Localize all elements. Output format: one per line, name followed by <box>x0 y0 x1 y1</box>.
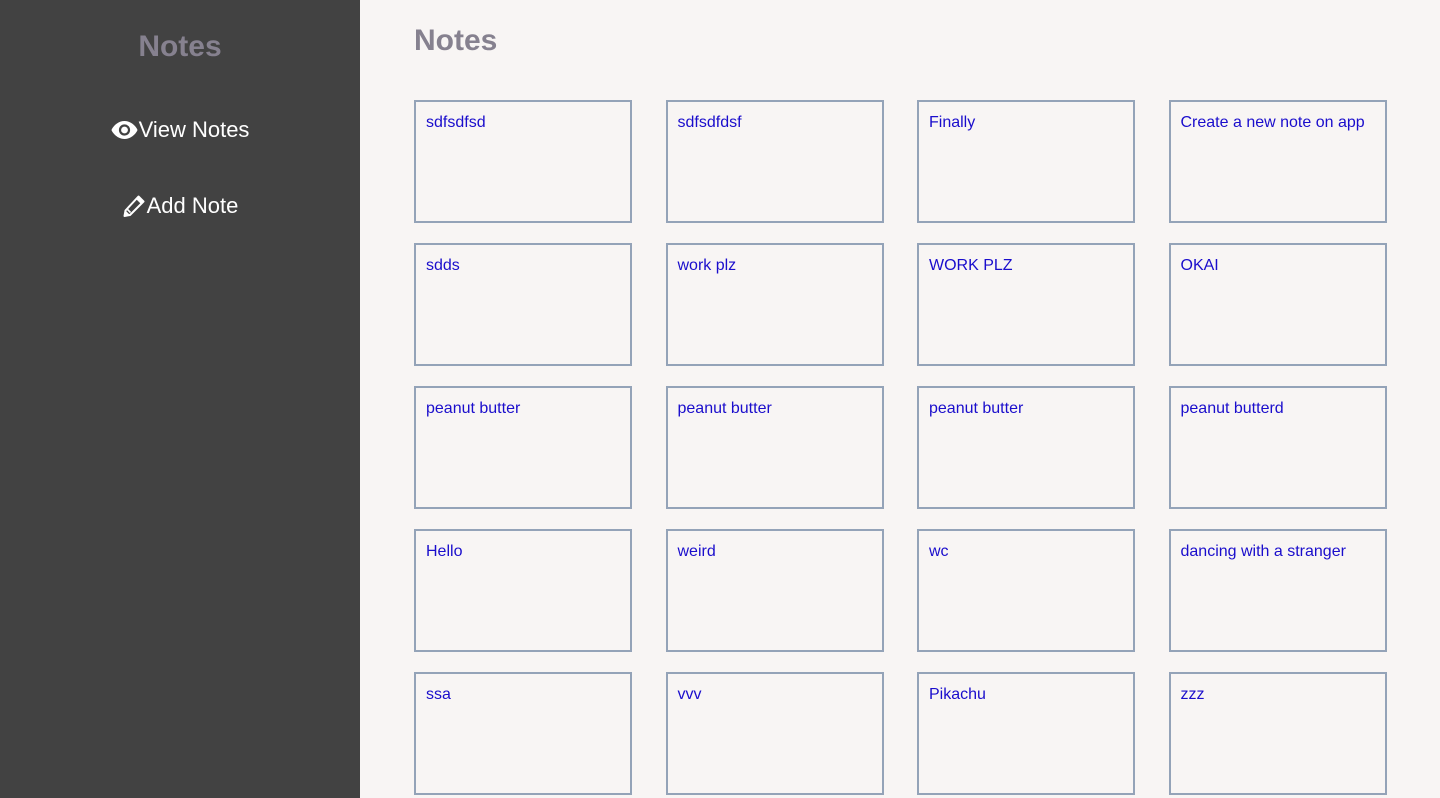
note-card[interactable]: Pikachu <box>917 672 1135 795</box>
note-card[interactable]: peanut butter <box>665 386 884 509</box>
note-card[interactable]: Create a new note on app <box>1168 100 1387 223</box>
view-notes-label: View Notes <box>138 117 250 142</box>
add-note-label: Add Note <box>146 193 239 218</box>
eye-icon <box>111 120 138 140</box>
note-card[interactable]: peanut butterd <box>1168 386 1387 509</box>
main-content: Notes sdfsdfsd sdfsdfdsf Finally Create … <box>360 0 1440 798</box>
note-card[interactable]: sdds <box>414 243 632 366</box>
pencil-icon <box>122 194 146 218</box>
notes-grid: sdfsdfsd sdfsdfdsf Finally Create a new … <box>414 100 1387 795</box>
note-card[interactable]: vvv <box>665 672 884 795</box>
note-card[interactable]: peanut butter <box>414 386 632 509</box>
note-card[interactable]: Finally <box>917 100 1135 223</box>
sidebar-title: Notes <box>138 30 222 63</box>
add-note-link[interactable]: Add Note <box>0 192 360 220</box>
view-notes-link[interactable]: View Notes <box>0 116 360 144</box>
note-card[interactable]: weird <box>665 529 884 652</box>
note-card[interactable]: Hello <box>414 529 632 652</box>
note-card[interactable]: OKAI <box>1168 243 1387 366</box>
note-card[interactable]: sdfsdfdsf <box>665 100 884 223</box>
note-card[interactable]: zzz <box>1168 672 1387 795</box>
note-card[interactable]: dancing with a stranger <box>1168 529 1387 652</box>
page-title: Notes <box>414 24 498 57</box>
sidebar: Notes View Notes Add Note <box>0 0 360 798</box>
note-card[interactable]: sdfsdfsd <box>414 100 632 223</box>
note-card[interactable]: wc <box>917 529 1135 652</box>
note-card[interactable]: WORK PLZ <box>917 243 1135 366</box>
note-card[interactable]: ssa <box>414 672 632 795</box>
note-card[interactable]: work plz <box>665 243 884 366</box>
note-card[interactable]: peanut butter <box>917 386 1135 509</box>
